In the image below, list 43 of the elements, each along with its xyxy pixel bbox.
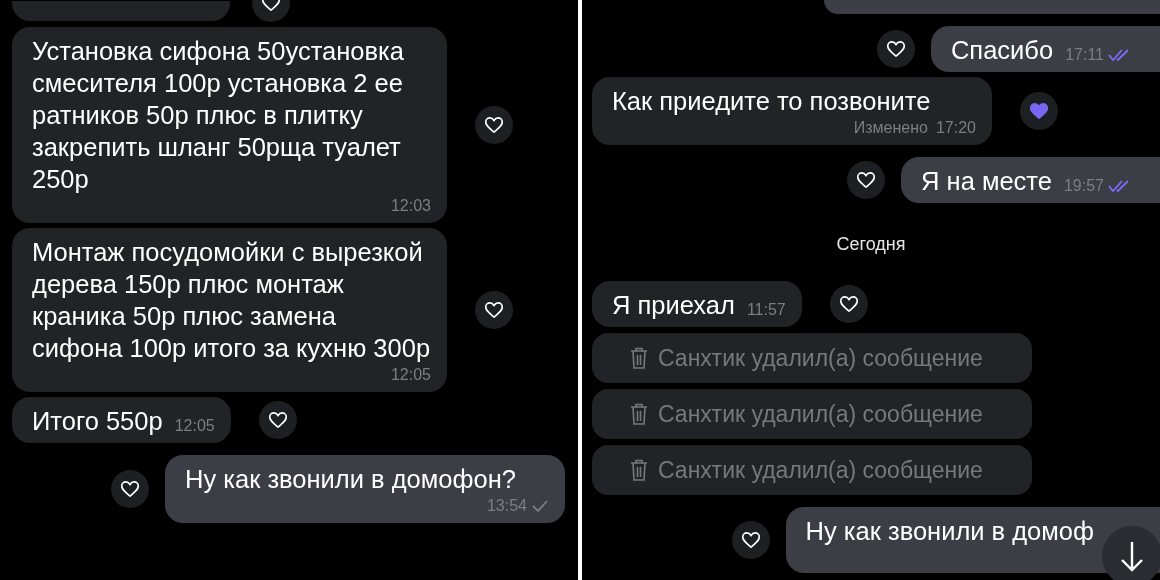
message-time: 17:20: [935, 118, 976, 138]
down-arrow-icon: [1120, 540, 1144, 572]
message-text: Установка сифона 50установка смесителя 100р установка 2 ее ратников 50р плюс в плитку закрепить шланг 50рща туалет 250р: [32, 36, 405, 195]
message-text: Итого 550р: [32, 406, 163, 437]
edited-label: Изменено: [853, 118, 928, 138]
trash-icon: [630, 347, 648, 369]
reaction-button[interactable]: [258, 401, 297, 439]
message-text: Я приехал: [612, 290, 735, 321]
reaction-button[interactable]: [847, 161, 886, 199]
deleted-message-notice: Санхтик удалил(а) сообщение: [592, 333, 1032, 383]
heart-icon: [886, 41, 905, 57]
message-text: Я на месте: [921, 166, 1052, 197]
reaction-button[interactable]: [731, 521, 770, 559]
heart-icon: [1030, 103, 1048, 119]
reaction-button[interactable]: [829, 285, 868, 323]
trash-icon: [630, 403, 648, 425]
message-time: 19:57: [1063, 176, 1104, 196]
deleted-message-notice: Санхтик удалил(а) сообщение: [592, 389, 1032, 439]
message-time: 17:11: [1065, 45, 1104, 65]
message-text: Ну как звонили в домофон?: [185, 464, 516, 495]
message-text: Ну как звонили в домоф: [805, 516, 1094, 547]
heart-icon: [741, 532, 760, 548]
trash-icon: [630, 459, 648, 481]
heart-icon: [268, 412, 287, 428]
reaction-button[interactable]: [876, 30, 915, 68]
message-text: Монтаж посудомойки с вырезкой дерева 150р плюс монтаж краника 50р плюс замена сифона 100р итого за кухню 300р: [32, 237, 431, 364]
reaction-button[interactable]: [111, 470, 149, 508]
message-text: Спасибо: [950, 35, 1054, 66]
message-text: Как приедите то позвоните: [612, 86, 931, 117]
message-time: 13:54: [486, 496, 527, 516]
date-separator: Сегодня: [836, 233, 906, 256]
reaction-button[interactable]: [475, 291, 513, 329]
heart-icon: [121, 481, 139, 497]
heart-icon: [857, 172, 876, 188]
heart-icon: [839, 296, 858, 312]
message-time: 12:05: [174, 416, 215, 436]
message-time: 11:57: [746, 300, 786, 320]
reaction-button[interactable]: [475, 106, 513, 144]
heart-icon: [485, 117, 503, 133]
message-time: 12:05: [390, 365, 431, 385]
deleted-message-notice: Санхтик удалил(а) сообщение: [592, 445, 1032, 495]
heart-icon: [485, 302, 503, 318]
message-time: 12:03: [390, 196, 431, 216]
